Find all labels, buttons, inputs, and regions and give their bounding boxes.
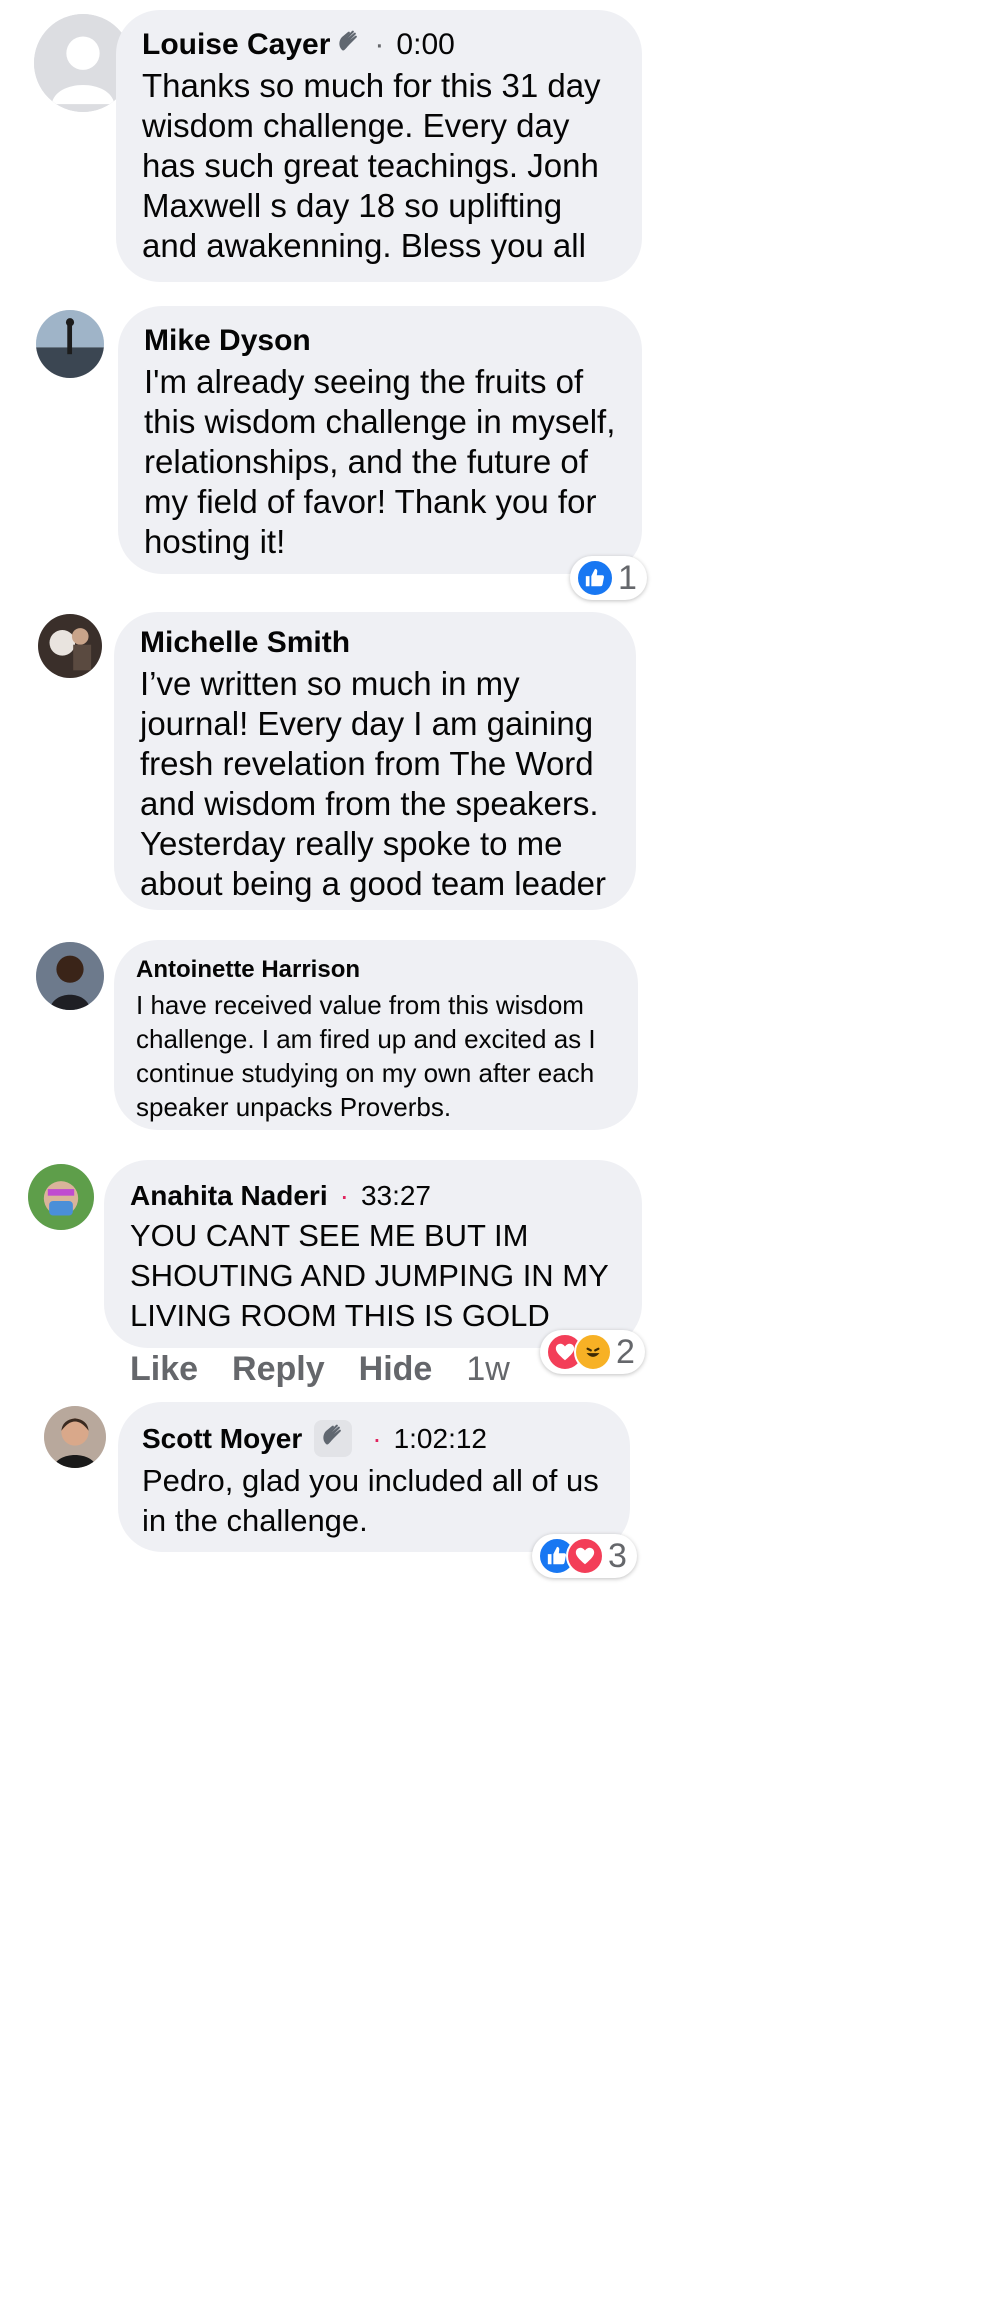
comment-bubble: Scott Moyer · 1:02:12 Pedro, glad you in… — [118, 1402, 630, 1552]
like-link[interactable]: Like — [130, 1350, 198, 1389]
comment-author[interactable]: Antoinette Harrison — [136, 956, 360, 984]
avatar[interactable] — [44, 1406, 106, 1468]
video-timestamp[interactable]: 33:27 — [361, 1180, 431, 1212]
comment-text: I have received value from this wisdom c… — [136, 990, 596, 1122]
beach-photo-avatar — [36, 310, 104, 378]
avatar[interactable] — [36, 310, 104, 378]
comment-text: I'm already seeing the fruits of this wi… — [144, 363, 616, 560]
comment-author[interactable]: Anahita Naderi — [130, 1180, 328, 1212]
photo-avatar — [44, 1406, 106, 1468]
comment-bubble: Michelle Smith I’ve written so much in m… — [114, 612, 636, 910]
separator-dot: · — [372, 1422, 382, 1454]
photo-avatar — [38, 614, 102, 678]
reaction-summary[interactable]: 3 — [532, 1534, 637, 1578]
haha-reaction-icon — [574, 1333, 612, 1371]
comment-text: Pedro, glad you included all of us in th… — [142, 1463, 599, 1538]
wave-icon — [336, 28, 362, 62]
video-timestamp[interactable]: 0:00 — [396, 28, 454, 62]
masked-photo-avatar — [28, 1164, 94, 1230]
love-reaction-icon — [566, 1537, 604, 1575]
comment-text: Thanks so much for this 31 day wisdom ch… — [142, 67, 601, 264]
hide-link[interactable]: Hide — [359, 1350, 433, 1389]
comment-author[interactable]: Mike Dyson — [144, 324, 311, 358]
comment-actions: Like Reply Hide 1w — [130, 1350, 510, 1389]
avatar[interactable] — [28, 1164, 94, 1230]
photo-avatar — [36, 942, 104, 1010]
comment-bubble: Mike Dyson I'm already seeing the fruits… — [118, 306, 642, 574]
comment-bubble: Louise Cayer · 0:00 Thanks so much for t… — [116, 10, 642, 282]
comment-bubble: Anahita Naderi · 33:27 YOU CANT SEE ME B… — [104, 1160, 642, 1348]
comment-text: I’ve written so much in my journal! Ever… — [140, 665, 607, 902]
comment-author[interactable]: Michelle Smith — [140, 626, 350, 660]
reaction-count: 2 — [616, 1332, 635, 1371]
comment-text: YOU CANT SEE ME BUT IM SHOUTING AND JUMP… — [130, 1218, 609, 1333]
reaction-summary[interactable]: 2 — [540, 1330, 645, 1374]
comment-author[interactable]: Scott Moyer — [142, 1423, 302, 1455]
reaction-count: 3 — [608, 1536, 627, 1575]
video-timestamp[interactable]: 1:02:12 — [394, 1423, 487, 1455]
reaction-count: 1 — [618, 558, 637, 597]
wave-icon — [314, 1420, 353, 1457]
comment-author[interactable]: Louise Cayer — [142, 28, 330, 62]
separator-dot: · — [374, 28, 385, 61]
reaction-summary[interactable]: 1 — [570, 556, 647, 600]
reply-link[interactable]: Reply — [232, 1350, 325, 1389]
comment-bubble: Antoinette Harrison I have received valu… — [114, 940, 638, 1130]
separator-dot: · — [339, 1180, 349, 1211]
comment-age[interactable]: 1w — [466, 1350, 509, 1389]
avatar[interactable] — [36, 942, 104, 1010]
avatar[interactable] — [38, 614, 102, 678]
like-reaction-icon — [576, 559, 614, 597]
